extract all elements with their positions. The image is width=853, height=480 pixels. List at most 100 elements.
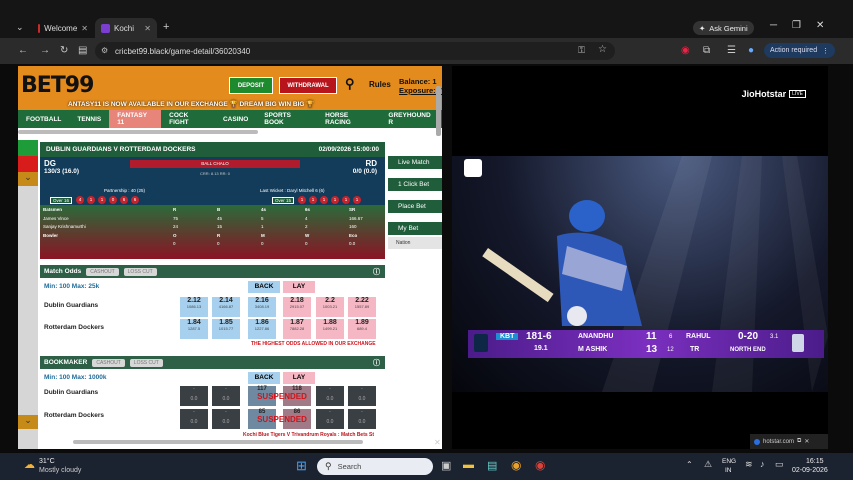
loss-cut-button[interactable]: LOSS CUT — [129, 358, 163, 367]
clock-time[interactable]: 16:15 — [806, 458, 824, 465]
forward-icon[interactable]: → — [40, 45, 50, 56]
bookmaker-odds-cell[interactable]: -0.0 — [348, 409, 376, 429]
new-tab-icon[interactable]: + — [163, 21, 169, 33]
ask-gemini-button[interactable]: ✦ Ask Gemini — [693, 21, 754, 35]
ball-4: 1 — [331, 196, 339, 204]
bottom-scrollbar[interactable] — [73, 440, 363, 444]
opponent-code: TR — [690, 346, 700, 353]
extension-icon[interactable]: ◉ — [681, 45, 690, 56]
horizontal-scrollbar[interactable] — [18, 130, 258, 134]
menu-casino[interactable]: CASINO — [215, 110, 256, 128]
tray-up-icon[interactable]: ⌃ — [686, 460, 693, 469]
menu-tennis[interactable]: TENNIS — [69, 110, 109, 128]
action-required-button[interactable]: Action required ⋮ — [764, 43, 836, 58]
lay-odds-cell[interactable]: 2.2 1003.21 — [316, 297, 344, 317]
lang-in[interactable]: IN — [725, 467, 732, 474]
bookmaker-odds-cell[interactable]: -0.0 — [212, 409, 240, 429]
url-field[interactable]: ⚙ cricbet99.black/game-detail/36020340 ⚿… — [95, 42, 615, 60]
cashout-button[interactable]: CASHOUT — [92, 358, 125, 367]
rules-link[interactable]: Rules — [369, 80, 391, 89]
chrome-icon[interactable]: ◉ — [511, 458, 521, 472]
reload-icon[interactable]: ↻ — [60, 45, 68, 56]
back-odds-cell[interactable]: 2.14 4166.87 — [212, 297, 240, 317]
clock-date[interactable]: 02-09-2026 — [792, 467, 828, 474]
chrome-profile-icon[interactable]: ◉ — [535, 458, 545, 472]
start-icon[interactable]: ⊞ — [296, 458, 307, 474]
bookmaker-odds-cell[interactable]: -0.0 — [316, 409, 344, 429]
menu-horse-racing[interactable]: HORSE RACING — [317, 110, 380, 128]
withdrawal-button[interactable]: WITHDRAWAL — [279, 77, 337, 94]
bookmaker-odds-cell[interactable]: -0.0 — [212, 386, 240, 406]
wifi-icon[interactable]: ≋ — [745, 459, 753, 470]
lang-eng[interactable]: ENG — [722, 458, 736, 465]
menu-cock-fight[interactable]: COCK FIGHT — [161, 110, 215, 128]
back-icon[interactable]: ← — [18, 45, 28, 56]
minimize-icon[interactable]: ─ — [770, 20, 777, 31]
password-key-icon[interactable]: ⚿ — [578, 45, 585, 56]
extensions-puzzle-icon[interactable]: ⧉ — [703, 45, 710, 56]
back-odds-cell[interactable]: 2.16 3408.19 — [248, 297, 276, 317]
lay-odds-cell[interactable]: 2.22 1557.89 — [348, 297, 376, 317]
bookmaker-odds-cell[interactable]: -0.0 — [316, 386, 344, 406]
lay-odds-cell[interactable]: 1.88 1499.21 — [316, 319, 344, 339]
close-window-icon[interactable]: ✕ — [816, 20, 824, 31]
bookmaker-odds-cell[interactable]: -0.0 — [180, 409, 208, 429]
loss-cut-button[interactable]: LOSS CUT — [123, 267, 157, 276]
notification-icon[interactable]: ⚠ — [704, 459, 712, 470]
my-bet-tab[interactable]: My Bet — [388, 222, 442, 235]
deposit-button[interactable]: DEPOSIT — [229, 77, 273, 94]
close-tab-icon[interactable]: ✕ — [144, 24, 151, 33]
back-odds-cell[interactable]: 1.85 1015.77 — [212, 319, 240, 339]
tab-groups-icon[interactable]: ▤ — [78, 45, 87, 56]
bookmaker-odds-cell[interactable]: -0.0 — [180, 386, 208, 406]
split-close-icon[interactable]: ✕ — [434, 438, 441, 447]
cashout-button[interactable]: CASHOUT — [86, 267, 119, 276]
tab-search-icon[interactable]: ⌄ — [16, 22, 24, 33]
batter1-name: ANANDHU — [578, 333, 614, 340]
close-pip-icon[interactable]: ✕ — [804, 438, 809, 445]
sidebar-toggle-bottom-icon[interactable]: ⌄ — [18, 415, 38, 429]
place-bet-tab[interactable]: Place Bet — [388, 200, 442, 213]
site-logo[interactable]: BET99 — [21, 73, 94, 98]
weather-icon[interactable]: ☁ — [24, 458, 35, 471]
balls-left: 4 1 1 0 6 6 — [76, 196, 139, 204]
info-icon[interactable]: ⓘ — [373, 267, 380, 277]
collapse-toggle-icon[interactable]: ⌄ — [18, 172, 38, 186]
volume-icon[interactable]: ♪ — [760, 459, 765, 469]
search-icon[interactable]: ⚲ — [345, 76, 355, 92]
bookmaker-header: BOOKMAKER CASHOUT LOSS CUT ⓘ — [40, 356, 385, 369]
restore-icon[interactable]: ❐ — [792, 20, 801, 31]
battery-icon[interactable]: ▭ — [775, 459, 784, 470]
media-icon[interactable]: ☰ — [727, 45, 736, 56]
file-explorer-icon[interactable]: ▬ — [463, 459, 474, 471]
lay-odds-cell[interactable]: 1.87 7882.28 — [283, 319, 311, 339]
close-tab-icon[interactable]: ✕ — [81, 24, 88, 33]
back-to-tab-icon[interactable]: ⧉ — [797, 438, 801, 445]
back-odds-cell[interactable]: 1.84 1287.5 — [180, 319, 208, 339]
site-info-icon[interactable]: ⚙ — [101, 46, 108, 55]
profile-icon[interactable]: ● — [748, 45, 754, 56]
bookmark-star-icon[interactable]: ☆ — [598, 44, 607, 55]
ball-2: 1 — [87, 196, 95, 204]
one-click-bet-tab[interactable]: 1 Click Bet — [388, 178, 442, 191]
left-sidebar-strip: ⌄ — [18, 140, 38, 449]
bowler-figures: 0-20 — [738, 331, 759, 342]
lay-odds-cell[interactable]: 2.18 2915.07 — [283, 297, 311, 317]
task-view-icon[interactable]: ▣ — [441, 459, 451, 472]
back-odds-cell[interactable]: 2.12 1086.13 — [180, 297, 208, 317]
menu-greyhound[interactable]: GREYHOUND R — [380, 110, 442, 128]
menu-fantasy[interactable]: FANTASY 11 — [109, 110, 162, 128]
back-odds-cell[interactable]: 1.86 1227.86 — [248, 319, 276, 339]
bookmaker-odds-cell[interactable]: -0.0 — [348, 386, 376, 406]
tab-kochi[interactable]: Kochi ✕ — [95, 18, 157, 38]
taskbar-search[interactable]: ⚲ Search — [317, 458, 433, 475]
menu-sports-book[interactable]: SPORTS BOOK — [256, 110, 317, 128]
store-icon[interactable]: ▤ — [487, 459, 497, 472]
live-match-tab[interactable]: Live Match — [388, 156, 442, 169]
info-icon[interactable]: ⓘ — [373, 358, 380, 368]
vertical-scrollbar[interactable] — [436, 86, 441, 136]
lay-odds-cell[interactable]: 1.89 689.4 — [348, 319, 376, 339]
match-header: DUBLIN GUARDIANS V ROTTERDAM DOCKERS 02/… — [40, 142, 385, 157]
menu-football[interactable]: FOOTBALL — [18, 110, 69, 128]
tab-welcome[interactable]: Welcome ✕ — [32, 18, 94, 38]
